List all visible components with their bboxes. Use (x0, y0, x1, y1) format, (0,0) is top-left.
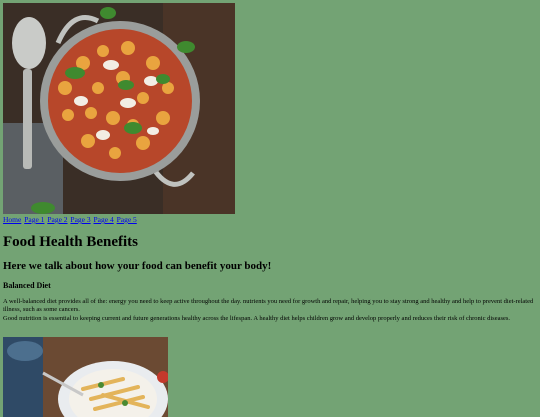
hero-food-image (3, 3, 235, 214)
paragraph-line-1: A well-balanced diet provides all of the… (3, 298, 534, 314)
page-title: Food Health Benefits (3, 234, 138, 250)
nav-link-page-3[interactable]: Page 3 (70, 215, 90, 224)
page-subtitle: Here we talk about how your food can ben… (3, 260, 272, 272)
nav-link-page-1[interactable]: Page 1 (24, 215, 44, 224)
nav-link-page-2[interactable]: Page 2 (47, 215, 67, 224)
section-heading-balanced-diet: Balanced Diet (3, 281, 51, 290)
nav-link-page-4[interactable]: Page 4 (94, 215, 114, 224)
gnocchi-photo (3, 3, 235, 214)
top-navigation: Home Page 1 Page 2 Page 3 Page 4 Page 5 (3, 215, 537, 224)
page-content: Home Page 1 Page 2 Page 3 Page 4 Page 5 … (3, 3, 537, 417)
nav-link-page-5[interactable]: Page 5 (117, 215, 137, 224)
balanced-diet-paragraph: A well-balanced diet provides all of the… (3, 298, 537, 323)
paragraph-line-2: Good nutrition is essential to keeping c… (3, 314, 511, 322)
nav-link-home[interactable]: Home (3, 215, 21, 224)
